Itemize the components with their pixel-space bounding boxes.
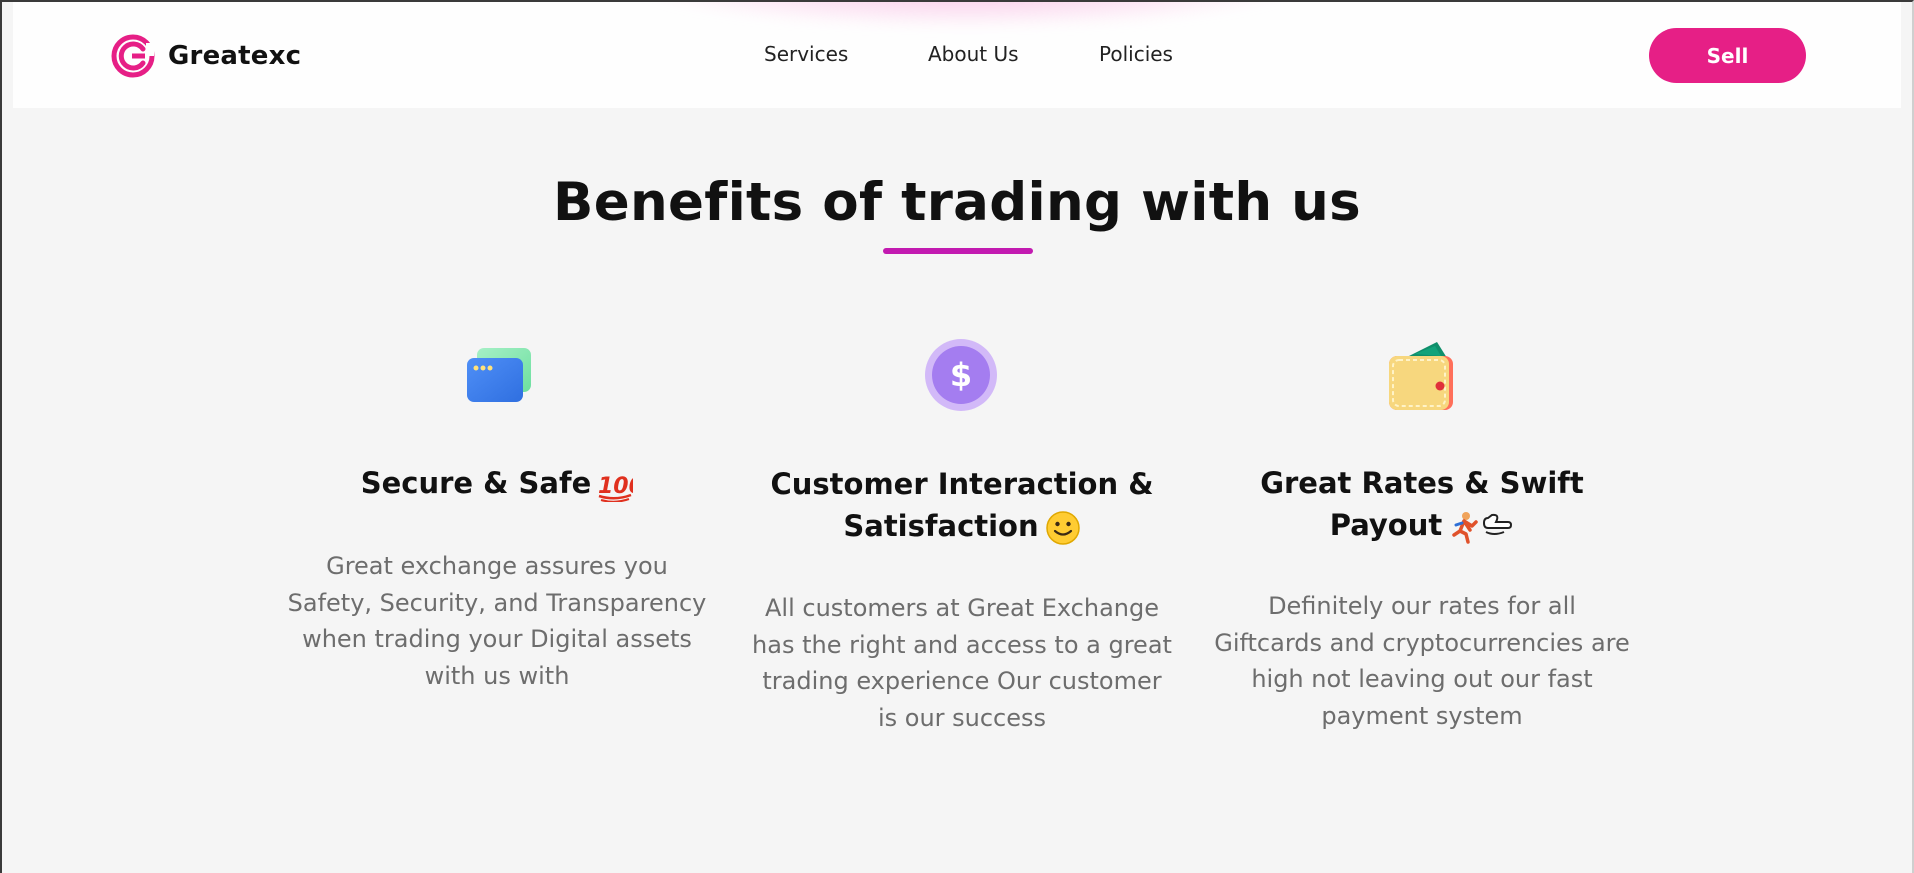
smiling-face-icon (1045, 511, 1080, 545)
sell-button[interactable]: Sell (1649, 28, 1806, 83)
benefit-desc-secure: Great exchange assures you Safety, Secur… (287, 552, 707, 690)
top-navbar: Greatexc Services About Us Policies Sell (13, 2, 1901, 108)
nav-link-about-us[interactable]: About Us (928, 42, 1019, 66)
benefit-title-text: Great Rates & Swift Payout (1260, 466, 1584, 542)
benefit-title-customer: Customer Interaction & Satisfaction (752, 463, 1172, 547)
credit-card-icon (467, 348, 531, 402)
greatexc-logo-icon (111, 34, 155, 78)
brand-name: Greatexc (168, 41, 302, 71)
section-heading: Benefits of trading with us (553, 172, 1361, 233)
running-person-dash-icon (1452, 512, 1513, 544)
wallet-icon (1389, 342, 1453, 410)
benefit-card-secure: Secure & Safe 100 Great exchange assures… (287, 330, 707, 710)
svg-text:$: $ (950, 356, 972, 394)
nav-link-services[interactable]: Services (764, 42, 848, 66)
brand-logo[interactable]: Greatexc (110, 33, 301, 79)
benefit-title-rates: Great Rates & Swift Payout (1212, 462, 1632, 546)
benefit-card-customer: $ Customer Interaction & Satisfaction Al… (752, 330, 1172, 770)
benefit-card-rates: Great Rates & Swift Payout Definitely ou… (1212, 330, 1632, 750)
dollar-coin-icon: $ (925, 339, 997, 411)
benefit-desc-customer: All customers at Great Exchange has the … (752, 594, 1172, 732)
benefit-title-text: Secure & Safe (360, 466, 592, 500)
benefit-title-text: Customer Interaction & Satisfaction (770, 467, 1154, 543)
heading-underline (883, 248, 1033, 254)
decorative-glow (628, 2, 1308, 28)
benefit-title-secure: Secure & Safe 100 (287, 462, 707, 504)
hundred-points-icon: 100 (598, 474, 633, 502)
benefit-desc-rates: Definitely our rates for all Giftcards a… (1214, 592, 1630, 730)
nav-link-policies[interactable]: Policies (1099, 42, 1173, 66)
